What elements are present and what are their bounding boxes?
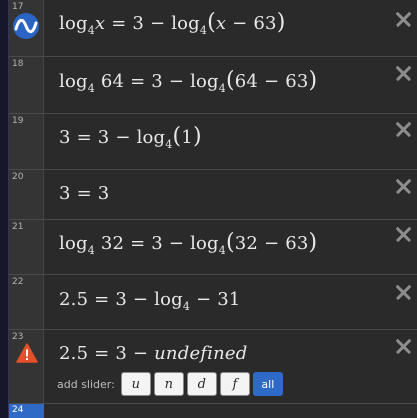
add-slider-u-button[interactable]: u bbox=[120, 372, 151, 396]
row-number: 21 bbox=[12, 222, 24, 232]
expression-math[interactable]: 2.5 = 3 − log4 − 31 bbox=[59, 289, 241, 312]
expression-row-active[interactable]: 24 bbox=[9, 404, 417, 418]
delete-expression-icon[interactable] bbox=[395, 226, 411, 242]
row-gutter: 21 bbox=[9, 220, 44, 274]
expression-row[interactable]: 23 2.5 = 3 − undefined add slider: u n d… bbox=[9, 330, 417, 404]
delete-expression-icon[interactable] bbox=[395, 65, 411, 81]
expression-row[interactable]: 18 log4 64 = 3 − log4(64 − 63) bbox=[9, 57, 417, 114]
delete-expression-icon[interactable] bbox=[395, 338, 411, 354]
row-gutter: 22 bbox=[9, 275, 44, 329]
delete-expression-icon[interactable] bbox=[395, 284, 411, 300]
add-slider-d-button[interactable]: d bbox=[186, 372, 217, 396]
expression-math[interactable]: log4 32 = 3 − log4(32 − 63) bbox=[59, 232, 317, 257]
delete-expression-icon[interactable] bbox=[395, 121, 411, 137]
row-number: 19 bbox=[12, 116, 24, 126]
row-number: 17 bbox=[12, 2, 24, 12]
add-slider-f-button[interactable]: f bbox=[219, 372, 250, 396]
row-number: 22 bbox=[12, 277, 24, 287]
expression-row[interactable]: 20 3 = 3 bbox=[9, 170, 417, 220]
add-slider-label: add slider: bbox=[57, 377, 115, 391]
expression-row[interactable]: 17 log4x = 3 − log4(x − 63) bbox=[9, 0, 417, 57]
row-gutter: 23 bbox=[9, 330, 44, 403]
add-all-sliders-button[interactable]: all bbox=[252, 372, 283, 396]
row-number: 20 bbox=[12, 172, 24, 182]
delete-expression-icon[interactable] bbox=[395, 178, 411, 194]
add-slider-n-button[interactable]: n bbox=[153, 372, 184, 396]
delete-expression-icon[interactable] bbox=[395, 11, 411, 27]
warning-icon[interactable] bbox=[16, 343, 38, 363]
add-slider-bar: add slider: u n d f all bbox=[57, 372, 286, 396]
expression-math[interactable]: log4 64 = 3 − log4(64 − 63) bbox=[59, 70, 317, 95]
expression-math[interactable]: 2.5 = 3 − undefined bbox=[59, 343, 248, 364]
row-number: 18 bbox=[12, 59, 24, 69]
row-gutter: 17 bbox=[9, 0, 44, 56]
row-gutter: 20 bbox=[9, 170, 44, 219]
expression-row[interactable]: 19 3 = 3 − log4(1) bbox=[9, 114, 417, 170]
row-number: 24 bbox=[12, 405, 24, 415]
left-panel-edge bbox=[0, 0, 9, 418]
expression-math[interactable]: 3 = 3 bbox=[59, 183, 109, 204]
expression-math[interactable]: log4x = 3 − log4(x − 63) bbox=[59, 12, 286, 37]
row-gutter: 19 bbox=[9, 114, 44, 169]
row-gutter: 24 bbox=[9, 404, 44, 418]
expression-math[interactable]: 3 = 3 − log4(1) bbox=[59, 126, 202, 151]
expression-list: 17 log4x = 3 − log4(x − 63) 18 log4 64 =… bbox=[9, 0, 417, 418]
expression-row[interactable]: 21 log4 32 = 3 − log4(32 − 63) bbox=[9, 220, 417, 275]
expression-row[interactable]: 22 2.5 = 3 − log4 − 31 bbox=[9, 275, 417, 330]
desmos-logo-icon bbox=[13, 13, 39, 39]
row-number: 23 bbox=[12, 332, 24, 342]
row-gutter: 18 bbox=[9, 57, 44, 113]
